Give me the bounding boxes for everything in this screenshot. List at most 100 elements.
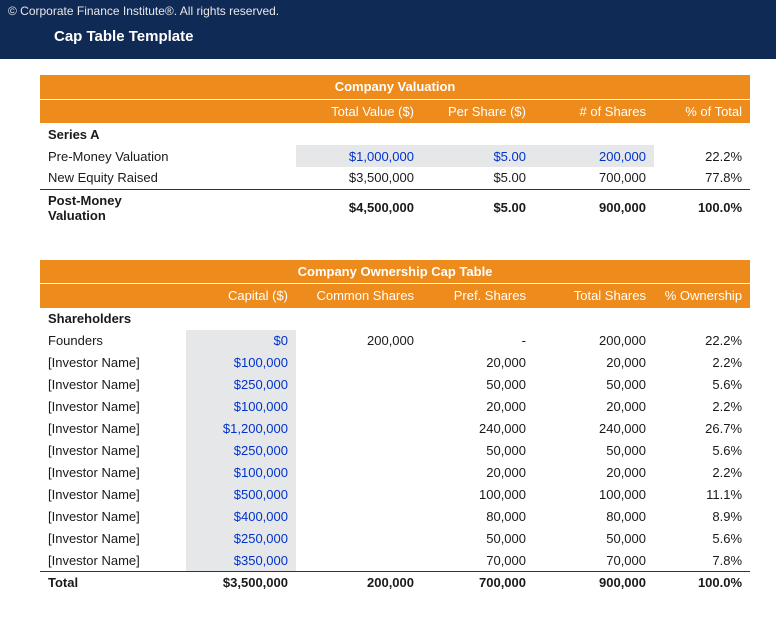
row-label: [Investor Name]	[40, 418, 186, 440]
content: Company Valuation Total Value ($) Per Sh…	[0, 59, 776, 618]
cell-shares: 700,000	[534, 167, 654, 189]
col-pct-own: % Ownership	[654, 284, 750, 308]
valuation-title-row: Company Valuation	[40, 75, 750, 99]
cell-per: $5.00	[422, 189, 534, 226]
cell-cap[interactable]: $0	[186, 330, 296, 352]
group-label: Shareholders	[40, 308, 750, 330]
cell-pref: 700,000	[422, 572, 534, 594]
cell-pref: 240,000	[422, 418, 534, 440]
cell-pct: 2.2%	[654, 396, 750, 418]
cell-cap[interactable]: $250,000	[186, 374, 296, 396]
row-label: [Investor Name]	[40, 484, 186, 506]
cell-pct: 77.8%	[654, 167, 750, 189]
ownership-row: [Investor Name]$100,00020,00020,0002.2%	[40, 462, 750, 484]
cell-pct: 7.8%	[654, 550, 750, 572]
ownership-title-row: Company Ownership Cap Table	[40, 260, 750, 284]
cell-pct: 2.2%	[654, 352, 750, 374]
cell-common	[296, 506, 422, 528]
cell-common	[296, 462, 422, 484]
cell-total: 100,000	[534, 484, 654, 506]
row-label: [Investor Name]	[40, 528, 186, 550]
ownership-table: Company Ownership Cap Table Capital ($) …	[40, 260, 750, 594]
cell-cap[interactable]: $250,000	[186, 440, 296, 462]
cell-cap[interactable]: $500,000	[186, 484, 296, 506]
cell-total: 20,000	[534, 462, 654, 484]
col-blank	[40, 99, 186, 123]
cell-pref: 20,000	[422, 396, 534, 418]
col-capital: Capital ($)	[186, 284, 296, 308]
cell-cap[interactable]: $350,000	[186, 550, 296, 572]
cell-cap[interactable]: $250,000	[186, 528, 296, 550]
cell-pct: 11.1%	[654, 484, 750, 506]
cell-total: 70,000	[534, 550, 654, 572]
cell-pref: -	[422, 330, 534, 352]
cell-total: $4,500,000	[296, 189, 422, 226]
col-blank	[186, 99, 296, 123]
cell-total: 50,000	[534, 374, 654, 396]
ownership-row: [Investor Name]$1,200,000240,000240,0002…	[40, 418, 750, 440]
col-pref: Pref. Shares	[422, 284, 534, 308]
row-label: [Investor Name]	[40, 440, 186, 462]
cell-common	[296, 528, 422, 550]
row-label: Total	[40, 572, 186, 594]
row-label: [Investor Name]	[40, 374, 186, 396]
cell-per[interactable]: $5.00	[422, 145, 534, 167]
cell-common	[296, 484, 422, 506]
cell-total: $3,500,000	[296, 167, 422, 189]
ownership-row: [Investor Name]$250,00050,00050,0005.6%	[40, 528, 750, 550]
col-common: Common Shares	[296, 284, 422, 308]
group-label: Series A	[40, 123, 750, 145]
cell-common: 200,000	[296, 330, 422, 352]
row-label: Founders	[40, 330, 186, 352]
col-blank	[40, 284, 186, 308]
valuation-total-row: Post-Money Valuation $4,500,000 $5.00 90…	[40, 189, 750, 226]
ownership-columns: Capital ($) Common Shares Pref. Shares T…	[40, 284, 750, 308]
row-label: [Investor Name]	[40, 396, 186, 418]
cell-pref: 50,000	[422, 374, 534, 396]
cell-total: 900,000	[534, 572, 654, 594]
cell-total: 240,000	[534, 418, 654, 440]
cell-pref: 20,000	[422, 462, 534, 484]
valuation-title: Company Valuation	[40, 75, 750, 99]
row-label: [Investor Name]	[40, 506, 186, 528]
row-label: New Equity Raised	[40, 167, 186, 189]
cell-common	[296, 396, 422, 418]
cell-common	[296, 374, 422, 396]
cell-pct: 26.7%	[654, 418, 750, 440]
cell-pct: 22.2%	[654, 145, 750, 167]
row-label: [Investor Name]	[40, 550, 186, 572]
cell-pct: 100.0%	[654, 572, 750, 594]
cell-pref: 20,000	[422, 352, 534, 374]
cell-total: 50,000	[534, 440, 654, 462]
cell-pref: 50,000	[422, 528, 534, 550]
cell-pref: 50,000	[422, 440, 534, 462]
cell-pct: 5.6%	[654, 528, 750, 550]
valuation-columns: Total Value ($) Per Share ($) # of Share…	[40, 99, 750, 123]
cell-cap[interactable]: $100,000	[186, 462, 296, 484]
copyright-bar: © Corporate Finance Institute®. All righ…	[0, 0, 776, 22]
row-label: [Investor Name]	[40, 352, 186, 374]
cell-common	[296, 352, 422, 374]
ownership-group: Shareholders	[40, 308, 750, 330]
ownership-total-row: Total $3,500,000 200,000 700,000 900,000…	[40, 572, 750, 594]
col-num-shares: # of Shares	[534, 99, 654, 123]
cell-shares[interactable]: 200,000	[534, 145, 654, 167]
cell-pref: 70,000	[422, 550, 534, 572]
ownership-row: [Investor Name]$100,00020,00020,0002.2%	[40, 352, 750, 374]
cell-cap: $3,500,000	[186, 572, 296, 594]
cell-cap[interactable]: $1,200,000	[186, 418, 296, 440]
cell-per: $5.00	[422, 167, 534, 189]
ownership-row: Founders$0200,000-200,00022.2%	[40, 330, 750, 352]
cell-cap[interactable]: $100,000	[186, 352, 296, 374]
cell-cap[interactable]: $400,000	[186, 506, 296, 528]
cell-common	[296, 418, 422, 440]
col-pct-total: % of Total	[654, 99, 750, 123]
cell-pct: 22.2%	[654, 330, 750, 352]
cell-total: 50,000	[534, 528, 654, 550]
valuation-row: Pre-Money Valuation $1,000,000 $5.00 200…	[40, 145, 750, 167]
cell-cap[interactable]: $100,000	[186, 396, 296, 418]
cell-common	[296, 550, 422, 572]
ownership-row: [Investor Name]$100,00020,00020,0002.2%	[40, 396, 750, 418]
cell-total[interactable]: $1,000,000	[296, 145, 422, 167]
ownership-title: Company Ownership Cap Table	[40, 260, 750, 284]
